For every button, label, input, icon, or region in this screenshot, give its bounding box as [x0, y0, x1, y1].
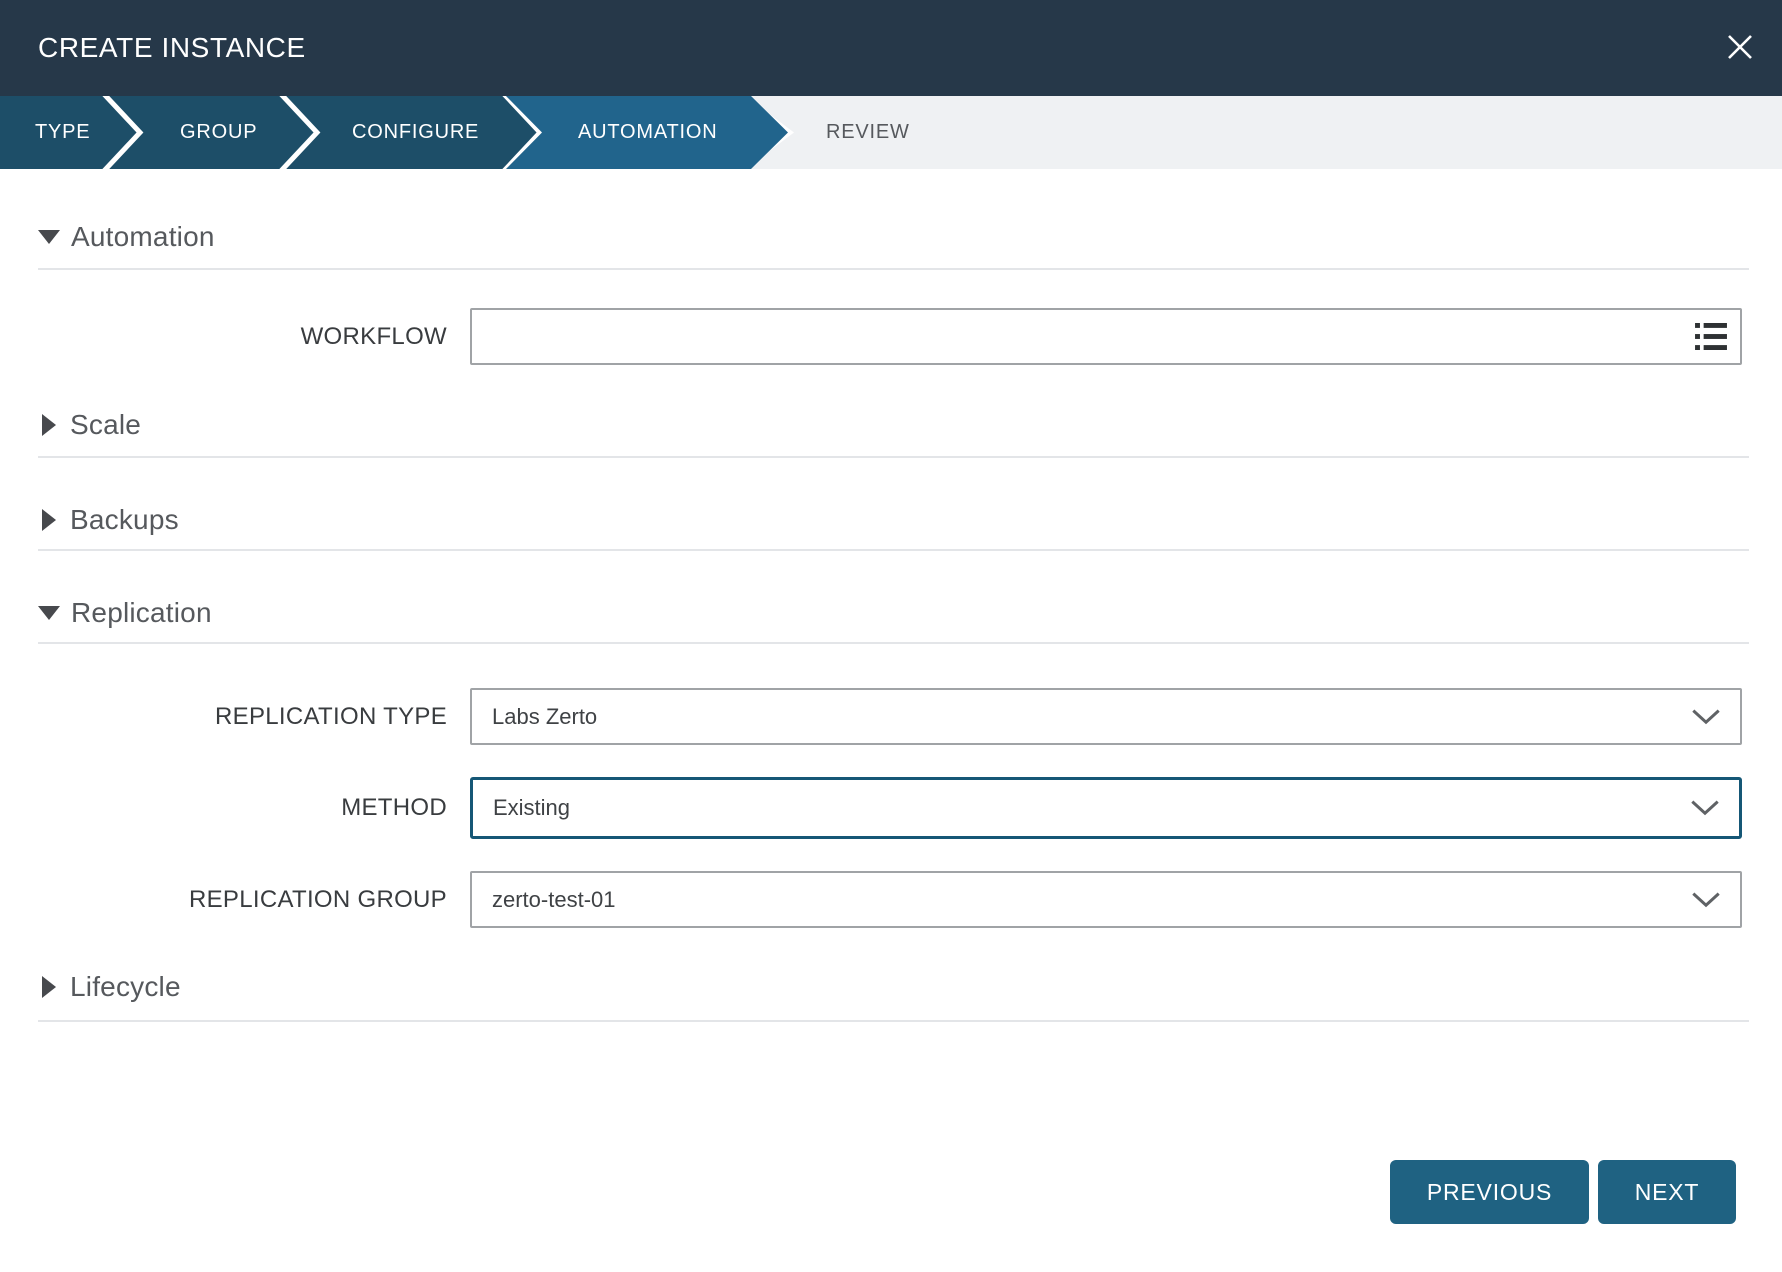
workflow-lookup-button[interactable]: [1694, 322, 1728, 352]
replication-type-select[interactable]: Labs Zerto: [470, 688, 1742, 745]
section-header-replication[interactable]: Replication: [38, 594, 212, 632]
replication-group-label: REPLICATION GROUP: [0, 871, 447, 928]
modal-titlebar: CREATE INSTANCE: [0, 0, 1782, 96]
wizard-steps-bar: TYPE GROUP CONFIGURE AUTOMATION REVIEW: [0, 96, 1782, 169]
replication-type-field-wrap: Labs Zerto: [470, 688, 1742, 745]
close-icon: [1724, 31, 1756, 63]
method-select[interactable]: Existing: [470, 777, 1742, 839]
wizard-step-group[interactable]: GROUP: [180, 96, 257, 169]
section-header-lifecycle[interactable]: Lifecycle: [38, 968, 181, 1006]
wizard-step-automation[interactable]: AUTOMATION: [578, 96, 717, 169]
section-divider: [38, 549, 1749, 551]
replication-type-label: REPLICATION TYPE: [0, 688, 447, 745]
modal-title: CREATE INSTANCE: [38, 0, 306, 96]
section-title-scale: Scale: [70, 409, 141, 441]
wizard-step-type[interactable]: TYPE: [35, 96, 90, 169]
method-value: Existing: [493, 795, 570, 821]
workflow-input[interactable]: [470, 308, 1742, 365]
list-icon: [1695, 323, 1727, 350]
chevron-down-icon: [1692, 709, 1720, 724]
section-divider: [38, 1020, 1749, 1022]
section-divider: [38, 456, 1749, 458]
triangle-down-icon: [38, 230, 60, 244]
replication-group-value: zerto-test-01: [492, 887, 616, 913]
section-header-backups[interactable]: Backups: [38, 501, 179, 539]
method-row: METHOD Existing: [0, 777, 1782, 839]
method-field-wrap: Existing: [470, 777, 1742, 839]
triangle-right-icon: [42, 414, 56, 436]
section-title-backups: Backups: [70, 504, 179, 536]
wizard-step-review[interactable]: REVIEW: [826, 96, 910, 169]
workflow-label: WORKFLOW: [0, 308, 447, 365]
section-header-automation[interactable]: Automation: [38, 218, 215, 256]
close-button[interactable]: [1722, 29, 1758, 65]
create-instance-modal: CREATE INSTANCE TYPE GROUP CONFIGURE AUT…: [0, 0, 1782, 1272]
section-title-lifecycle: Lifecycle: [70, 971, 181, 1003]
triangle-down-icon: [38, 606, 60, 620]
section-divider: [38, 642, 1749, 644]
replication-type-row: REPLICATION TYPE Labs Zerto: [0, 688, 1782, 745]
previous-button[interactable]: PREVIOUS: [1390, 1160, 1589, 1224]
section-divider: [38, 268, 1749, 270]
replication-group-field-wrap: zerto-test-01: [470, 871, 1742, 928]
automation-form: Automation WORKFLOW: [0, 169, 1782, 1272]
workflow-row: WORKFLOW: [0, 308, 1782, 365]
next-button[interactable]: NEXT: [1598, 1160, 1736, 1224]
chevron-down-icon: [1692, 892, 1720, 907]
section-header-scale[interactable]: Scale: [38, 406, 141, 444]
workflow-field-wrap: [470, 308, 1742, 365]
method-label: METHOD: [0, 777, 447, 839]
triangle-right-icon: [42, 509, 56, 531]
section-title-replication: Replication: [71, 597, 212, 629]
replication-group-row: REPLICATION GROUP zerto-test-01: [0, 871, 1782, 928]
chevron-down-icon: [1691, 801, 1719, 816]
triangle-right-icon: [42, 976, 56, 998]
section-title-automation: Automation: [71, 221, 215, 253]
replication-type-value: Labs Zerto: [492, 704, 597, 730]
wizard-step-configure[interactable]: CONFIGURE: [352, 96, 479, 169]
replication-group-select[interactable]: zerto-test-01: [470, 871, 1742, 928]
